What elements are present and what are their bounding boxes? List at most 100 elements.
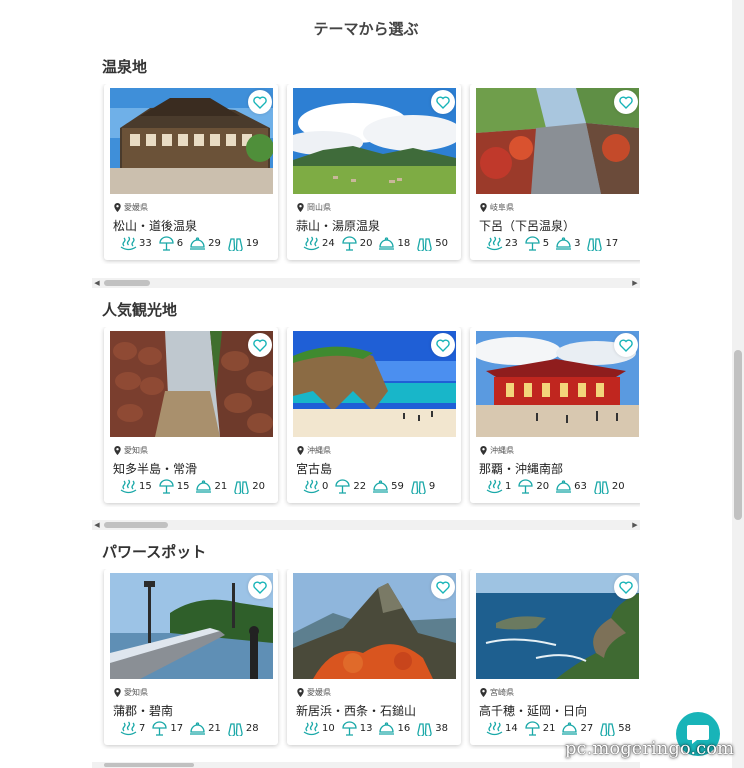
dome-icon xyxy=(190,722,206,735)
stat-onsen: 33 xyxy=(120,236,152,251)
hot-spring-icon xyxy=(303,479,320,494)
dome-icon xyxy=(379,722,395,735)
hot-spring-icon xyxy=(120,721,137,736)
carousel-scrollbar-thumb[interactable] xyxy=(104,522,168,528)
facility-stats: 23 5 3 17 xyxy=(486,236,624,251)
scroll-right-icon[interactable]: ▶ xyxy=(631,279,639,287)
binoculars-icon xyxy=(228,238,243,251)
prefecture-label: 岡山県 xyxy=(297,202,331,213)
page-scrollbar[interactable] xyxy=(732,0,744,768)
prefecture-label: 宮崎県 xyxy=(480,687,514,698)
dome-icon xyxy=(556,480,572,493)
destination-card[interactable]: 沖縄県 那覇・沖縄南部 1 20 63 20 xyxy=(470,327,640,503)
prefecture-label: 愛媛県 xyxy=(297,687,331,698)
scroll-left-icon[interactable]: ◀ xyxy=(93,279,101,287)
stat-onsen: 10 xyxy=(303,721,335,736)
stat-sightseeing: 9 xyxy=(410,479,435,494)
favorite-heart-icon[interactable] xyxy=(614,575,638,599)
stat-facility: 18 xyxy=(378,236,410,251)
binoculars-icon xyxy=(587,238,603,251)
binoculars-icon xyxy=(228,723,243,736)
stat-beach: 17 xyxy=(151,721,183,736)
stat-beach: 5 xyxy=(524,236,549,251)
carousel-scrollbar[interactable]: ◀ ▶ xyxy=(92,278,640,288)
destination-card[interactable]: 岡山県 蒜山・湯原温泉 24 20 18 50 xyxy=(287,84,461,260)
stat-facility: 63 xyxy=(555,479,587,494)
binoculars-icon xyxy=(411,481,426,494)
sun-umbrella-icon xyxy=(159,236,174,251)
location-pin-icon xyxy=(114,688,121,697)
stat-facility: 29 xyxy=(189,236,221,251)
binoculars-icon xyxy=(600,723,615,736)
scroll-left-icon[interactable]: ◀ xyxy=(93,521,101,529)
favorite-heart-icon[interactable] xyxy=(431,575,455,599)
stat-beach: 21 xyxy=(524,721,555,736)
location-pin-icon xyxy=(114,446,121,455)
binoculars-icon xyxy=(417,238,432,251)
sun-umbrella-icon xyxy=(159,479,174,494)
sun-umbrella-icon xyxy=(335,479,351,494)
favorite-heart-icon[interactable] xyxy=(248,333,272,357)
stat-onsen: 7 xyxy=(120,721,145,736)
card-carousel: 愛知県 蒲郡・碧南 7 17 21 28 愛媛県 新居浜・西条・石鎚山 10 1… xyxy=(98,569,640,749)
destination-card[interactable]: 岐阜県 下呂（下呂温泉） 23 5 3 17 xyxy=(470,84,640,260)
destination-card[interactable]: 愛知県 知多半島・常滑 15 15 21 20 xyxy=(104,327,278,503)
dome-icon xyxy=(562,722,578,735)
favorite-heart-icon[interactable] xyxy=(248,575,272,599)
section-heading: パワースポット xyxy=(102,543,207,561)
dome-icon xyxy=(190,237,206,250)
favorite-heart-icon[interactable] xyxy=(614,90,638,114)
destination-card[interactable]: 宮崎県 高千穂・延岡・日向 14 21 27 58 xyxy=(470,569,640,745)
stat-beach: 6 xyxy=(158,236,183,251)
favorite-heart-icon[interactable] xyxy=(431,333,455,357)
location-pin-icon xyxy=(297,446,304,455)
carousel-scrollbar-thumb[interactable] xyxy=(104,280,150,286)
prefecture-label: 愛媛県 xyxy=(114,202,148,213)
stat-facility: 27 xyxy=(561,721,593,736)
carousel-scrollbar[interactable]: ◀ ▶ xyxy=(92,520,640,530)
stat-sightseeing: 19 xyxy=(227,236,259,251)
stat-sightseeing: 20 xyxy=(233,479,265,494)
place-name: 知多半島・常滑 xyxy=(113,462,198,476)
favorite-heart-icon[interactable] xyxy=(248,90,272,114)
location-pin-icon xyxy=(114,203,121,212)
destination-card[interactable]: 愛媛県 新居浜・西条・石鎚山 10 13 16 38 xyxy=(287,569,461,745)
location-pin-icon xyxy=(297,203,304,212)
destination-card[interactable]: 愛知県 蒲郡・碧南 7 17 21 28 xyxy=(104,569,278,745)
stat-sightseeing: 28 xyxy=(227,721,259,736)
prefecture-label: 愛知県 xyxy=(114,687,148,698)
stat-facility: 3 xyxy=(555,236,580,251)
favorite-heart-icon[interactable] xyxy=(431,90,455,114)
section-heading: 温泉地 xyxy=(102,58,148,76)
sun-umbrella-icon xyxy=(525,721,540,736)
destination-card[interactable]: 沖縄県 宮古島 0 22 59 9 xyxy=(287,327,461,503)
facility-stats: 0 22 59 9 xyxy=(303,479,441,494)
destination-card[interactable]: 愛媛県 松山・道後温泉 33 6 29 19 xyxy=(104,84,278,260)
stat-facility: 16 xyxy=(378,721,410,736)
location-pin-icon xyxy=(480,688,487,697)
prefecture-label: 愛知県 xyxy=(114,445,148,456)
sun-umbrella-icon xyxy=(342,721,357,736)
facility-stats: 7 17 21 28 xyxy=(120,721,265,736)
favorite-heart-icon[interactable] xyxy=(614,333,638,357)
sun-umbrella-icon xyxy=(525,236,540,251)
scroll-right-icon[interactable]: ▶ xyxy=(631,521,639,529)
binoculars-icon xyxy=(594,481,609,494)
stat-onsen: 1 xyxy=(486,479,511,494)
prefecture-label: 沖縄県 xyxy=(480,445,514,456)
carousel-scrollbar[interactable] xyxy=(92,762,640,768)
stat-sightseeing: 50 xyxy=(416,236,448,251)
page-scrollbar-thumb[interactable] xyxy=(734,350,742,520)
carousel-scrollbar-thumb[interactable] xyxy=(104,763,194,767)
facility-stats: 33 6 29 19 xyxy=(120,236,265,251)
location-pin-icon xyxy=(297,688,304,697)
stat-beach: 13 xyxy=(341,721,372,736)
sun-umbrella-icon xyxy=(342,236,357,251)
dome-icon xyxy=(373,480,389,493)
stat-facility: 59 xyxy=(372,479,404,494)
hot-spring-icon xyxy=(303,236,320,251)
sun-umbrella-icon xyxy=(518,479,534,494)
stat-sightseeing: 38 xyxy=(416,721,448,736)
place-name: 那覇・沖縄南部 xyxy=(479,462,564,476)
stat-facility: 21 xyxy=(189,721,221,736)
